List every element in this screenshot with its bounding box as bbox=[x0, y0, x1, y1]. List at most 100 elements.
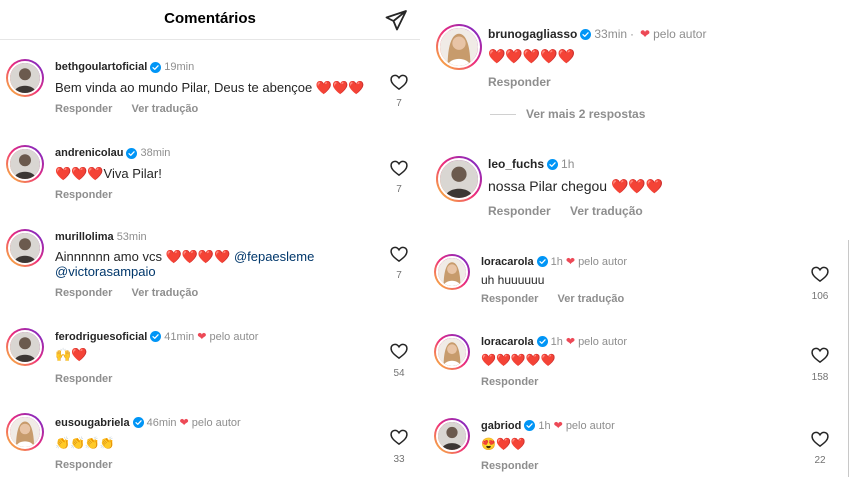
mention-link[interactable]: @victorasampaio bbox=[55, 264, 156, 280]
verified-badge-icon bbox=[524, 420, 535, 431]
comment-text: uh huuuuuu bbox=[481, 273, 545, 287]
comment-time: 33min bbox=[594, 27, 628, 41]
heart-icon[interactable] bbox=[389, 72, 409, 92]
author-heart-icon: ❤ bbox=[565, 336, 576, 348]
comment-text: 😍❤️❤️ bbox=[481, 437, 526, 451]
by-author-label: pelo autor bbox=[209, 330, 259, 343]
comment-text: ❤️❤️❤️❤️❤️ bbox=[481, 353, 556, 367]
by-author-label: pelo autor bbox=[191, 416, 241, 429]
avatar bbox=[8, 415, 42, 449]
story-ring[interactable] bbox=[434, 334, 470, 370]
author-heart-icon: ❤ bbox=[565, 256, 576, 268]
reply-button[interactable]: Responder bbox=[55, 373, 112, 385]
translate-button[interactable]: Ver tradução bbox=[558, 293, 625, 305]
by-author-label: pelo autor bbox=[653, 27, 707, 41]
comment-username[interactable]: leo_fuchs bbox=[488, 157, 544, 171]
comment-item: murillolima 53min Ainnnnnn amo vcs ❤️❤️❤… bbox=[0, 226, 420, 306]
comment-time: 1h bbox=[550, 335, 563, 348]
comment-username[interactable]: murillolima bbox=[55, 231, 114, 243]
heart-icon[interactable] bbox=[810, 345, 830, 365]
comment-text: Ainnnnnn amo vcs ❤️❤️❤️❤️ @fepaesleme bbox=[55, 249, 314, 265]
comment-text: 👏👏👏👏 bbox=[55, 436, 115, 450]
like-count: 22 bbox=[814, 455, 826, 466]
avatar bbox=[8, 231, 42, 265]
avatar bbox=[8, 330, 42, 364]
avatar bbox=[8, 147, 42, 181]
avatar bbox=[438, 26, 480, 68]
story-ring[interactable] bbox=[6, 413, 44, 451]
comment-time: 1h bbox=[561, 157, 575, 171]
comment-username[interactable]: gabriod bbox=[481, 420, 521, 432]
by-author-label: pelo autor bbox=[565, 419, 615, 432]
comment-time: 1h bbox=[550, 255, 563, 268]
reply-button[interactable]: Responder bbox=[481, 460, 538, 472]
author-heart-icon: ❤ bbox=[640, 27, 651, 41]
like-count: 33 bbox=[393, 454, 405, 465]
reply-button[interactable]: Responder bbox=[481, 293, 538, 305]
reply-button[interactable]: Responder bbox=[55, 103, 112, 115]
comment-text: nossa Pilar chegou ❤️❤️❤️ bbox=[488, 178, 664, 194]
reply-button[interactable]: Responder bbox=[55, 459, 112, 471]
reply-button[interactable]: Responder bbox=[488, 75, 551, 89]
reply-button[interactable]: Responder bbox=[55, 189, 112, 201]
translate-button[interactable]: Ver tradução bbox=[132, 287, 199, 299]
heart-icon[interactable] bbox=[810, 429, 830, 449]
comment-username[interactable]: eusougabriela bbox=[55, 417, 130, 429]
verified-badge-icon bbox=[547, 159, 558, 170]
comment-time: 53min bbox=[116, 231, 147, 243]
reply-button[interactable]: Responder bbox=[481, 376, 538, 388]
avatar bbox=[436, 420, 468, 452]
right-top-comments-panel: brunogagliasso 33min · ❤ pelo autor ❤️❤️… bbox=[424, 0, 849, 240]
comment-time: 41min bbox=[164, 330, 195, 343]
divider-line bbox=[490, 114, 516, 115]
verified-badge-icon bbox=[150, 331, 161, 342]
view-more-replies[interactable]: Ver mais 2 respostas bbox=[526, 107, 661, 121]
avatar bbox=[436, 256, 468, 288]
heart-icon[interactable] bbox=[389, 341, 409, 361]
comment-username[interactable]: loracarola bbox=[481, 336, 534, 348]
verified-badge-icon bbox=[126, 148, 137, 159]
comment-username[interactable]: brunogagliasso bbox=[488, 27, 577, 41]
heart-icon[interactable] bbox=[810, 264, 830, 284]
comment-item: gabriod 1h ❤ pelo autor 😍❤️❤️ Responder … bbox=[424, 414, 849, 477]
comment-item: leo_fuchs 1h nossa Pilar chegou ❤️❤️❤️ R… bbox=[424, 150, 849, 230]
story-ring[interactable] bbox=[434, 254, 470, 290]
comment-username[interactable]: ferodriguesoficial bbox=[55, 331, 147, 343]
comment-username[interactable]: bethgoulartoficial bbox=[55, 61, 147, 73]
story-ring[interactable] bbox=[6, 59, 44, 97]
reply-button[interactable]: Responder bbox=[488, 204, 551, 218]
by-author-label: pelo autor bbox=[578, 335, 627, 348]
comment-time: 46min bbox=[146, 416, 177, 429]
comment-text: Bem vinda ao mundo Pilar, Deus te abenço… bbox=[55, 80, 365, 95]
story-ring[interactable] bbox=[6, 145, 44, 183]
send-icon[interactable] bbox=[384, 8, 408, 32]
story-ring[interactable] bbox=[436, 24, 482, 70]
author-heart-icon: ❤ bbox=[179, 417, 189, 429]
translate-button[interactable]: Ver tradução bbox=[132, 103, 199, 115]
story-ring[interactable] bbox=[6, 229, 44, 267]
comment-item: loracarola 1h ❤ pelo autor ❤️❤️❤️❤️❤️ Re… bbox=[424, 330, 849, 400]
verified-badge-icon bbox=[133, 417, 144, 428]
comment-item: eusougabriela 46min ❤ pelo autor 👏👏👏👏 Re… bbox=[0, 410, 420, 477]
view-more-replies-label[interactable]: Ver mais 2 respostas bbox=[526, 107, 645, 121]
like-count: 7 bbox=[396, 184, 402, 195]
comment-text-line: Ainnnnnn amo vcs ❤️❤️❤️❤️ bbox=[55, 249, 231, 264]
reply-button[interactable]: Responder bbox=[55, 287, 112, 299]
story-ring[interactable] bbox=[6, 328, 44, 366]
comment-username[interactable]: andrenicolau bbox=[55, 147, 123, 159]
mention-link[interactable]: @fepaesleme bbox=[234, 249, 314, 264]
comment-username[interactable]: loracarola bbox=[481, 256, 534, 268]
comment-text: ❤️❤️❤️❤️❤️ bbox=[488, 48, 576, 64]
story-ring[interactable] bbox=[434, 418, 470, 454]
like-count: 54 bbox=[393, 368, 405, 379]
heart-icon[interactable] bbox=[389, 427, 409, 447]
avatar bbox=[438, 158, 480, 200]
author-heart-icon: ❤ bbox=[197, 331, 207, 343]
heart-icon[interactable] bbox=[389, 244, 409, 264]
translate-button[interactable]: Ver tradução bbox=[570, 204, 643, 218]
comment-text: 🙌❤️ bbox=[55, 347, 88, 362]
left-comments-panel: Comentários bethgoulartoficial 19min Bem… bbox=[0, 0, 420, 477]
like-count: 7 bbox=[396, 98, 402, 109]
heart-icon[interactable] bbox=[389, 158, 409, 178]
story-ring[interactable] bbox=[436, 156, 482, 202]
